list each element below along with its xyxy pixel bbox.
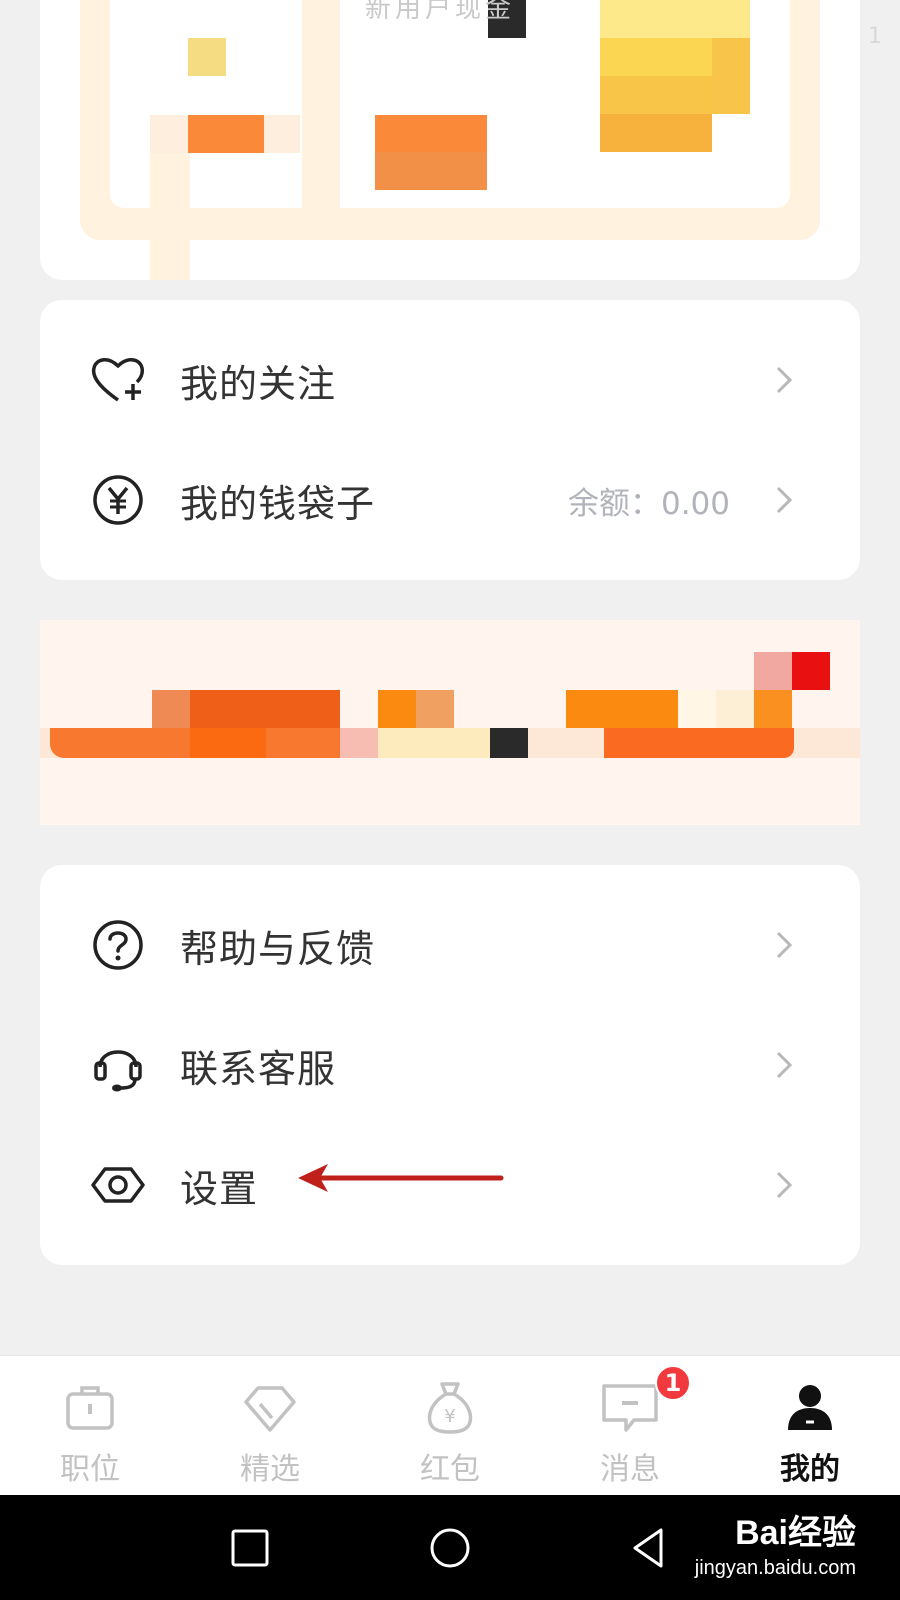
banner-pixel xyxy=(792,652,830,690)
yuan-circle-icon xyxy=(88,470,148,530)
banner-pixel xyxy=(754,652,792,690)
banner-pixel xyxy=(716,690,754,728)
tab-label: 消息 xyxy=(600,1452,660,1487)
banner-pixel xyxy=(490,728,528,758)
menu-item-label: 帮助与反馈 xyxy=(180,926,376,971)
tab-me[interactable]: 我的 xyxy=(720,1356,900,1496)
tab-red-packet[interactable]: ¥ 红包 xyxy=(360,1356,540,1496)
promo-banner[interactable] xyxy=(40,620,860,825)
promo-pixel xyxy=(600,0,750,38)
banner-pixel xyxy=(152,690,190,728)
tab-label: 精选 xyxy=(240,1452,300,1487)
chevron-right-icon xyxy=(776,486,793,514)
banner-pixel xyxy=(566,690,678,728)
promo-pixel xyxy=(188,38,226,76)
banner-pixel xyxy=(754,690,792,728)
chevron-right-icon xyxy=(776,366,793,394)
tab-jobs[interactable]: 职位 xyxy=(0,1356,180,1496)
headset-icon xyxy=(88,1035,148,1095)
baidu-jingyan-watermark: Bai经验 jingyan.baidu.com xyxy=(676,1503,856,1593)
banner-pixel xyxy=(378,728,490,758)
profile-screen: 新用户现金 1 我的关注 我的钱袋子 余额：0.00 帮助与反馈 联系客服 设置… xyxy=(0,0,900,1600)
promo-pixel xyxy=(375,115,487,153)
chevron-right-icon xyxy=(776,1051,793,1079)
promo-pixel xyxy=(375,152,487,190)
promo-pixel xyxy=(600,114,712,152)
menu-card-support: 帮助与反馈 联系客服 设置 xyxy=(40,865,860,1265)
chevron-right-icon xyxy=(776,931,793,959)
menu-item-label: 设置 xyxy=(180,1166,259,1211)
heart-plus-icon xyxy=(88,350,148,410)
home-icon[interactable] xyxy=(425,1523,475,1573)
promo-pixel xyxy=(188,115,264,153)
promo-corner-digit: 1 xyxy=(868,24,882,49)
watermark-logo: Bai经验 xyxy=(735,1514,856,1552)
menu-item-follow[interactable]: 我的关注 xyxy=(40,320,860,440)
menu-item-help-feedback[interactable]: 帮助与反馈 xyxy=(40,885,860,1005)
briefcase-icon xyxy=(66,1386,114,1430)
tab-label: 职位 xyxy=(60,1452,120,1487)
bottom-tab-bar: 职位 精选 ¥ 红包 消息 我的 xyxy=(0,1355,900,1495)
question-circle-icon xyxy=(88,915,148,975)
svg-text:¥: ¥ xyxy=(444,1406,455,1427)
menu-card-account: 我的关注 我的钱袋子 余额：0.00 xyxy=(40,300,860,580)
promo-card[interactable]: 新用户现金 xyxy=(40,0,860,280)
banner-pixel xyxy=(678,690,716,728)
promo-pixel xyxy=(302,0,340,230)
banner-pixel xyxy=(190,690,340,728)
back-icon[interactable] xyxy=(625,1523,675,1573)
annotation-arrow-icon xyxy=(298,1164,504,1192)
diamond-icon xyxy=(244,1386,296,1432)
banner-pixel xyxy=(416,690,454,728)
menu-item-label: 我的钱袋子 xyxy=(180,481,376,526)
banner-pixel xyxy=(190,728,266,758)
wallet-balance: 余额：0.00 xyxy=(567,485,730,522)
banner-pixel xyxy=(340,728,378,758)
user-icon xyxy=(788,1385,832,1430)
banner-pixel xyxy=(378,690,416,728)
tab-featured[interactable]: 精选 xyxy=(180,1356,360,1496)
menu-item-label: 我的关注 xyxy=(180,361,337,406)
tab-label: 我的 xyxy=(780,1452,840,1487)
chat-icon xyxy=(602,1384,658,1432)
promo-title: 新用户现金 xyxy=(365,0,516,24)
tab-label: 红包 xyxy=(420,1452,480,1487)
chevron-right-icon xyxy=(776,1171,793,1199)
recent-apps-icon[interactable] xyxy=(225,1523,275,1573)
promo-pixel xyxy=(712,38,750,114)
settings-hexagon-icon xyxy=(88,1155,148,1215)
banner-pixel xyxy=(604,728,794,758)
menu-item-wallet[interactable]: 我的钱袋子 余额：0.00 xyxy=(40,440,860,560)
money-bag-icon: ¥ xyxy=(427,1382,473,1434)
menu-item-customer-service[interactable]: 联系客服 xyxy=(40,1005,860,1125)
system-navigation-bar: Bai经验 jingyan.baidu.com xyxy=(0,1495,900,1600)
watermark-url: jingyan.baidu.com xyxy=(694,1557,856,1579)
messages-badge: 1 xyxy=(655,1365,691,1401)
menu-item-label: 联系客服 xyxy=(180,1046,337,1091)
tab-messages[interactable]: 消息 xyxy=(540,1356,720,1496)
